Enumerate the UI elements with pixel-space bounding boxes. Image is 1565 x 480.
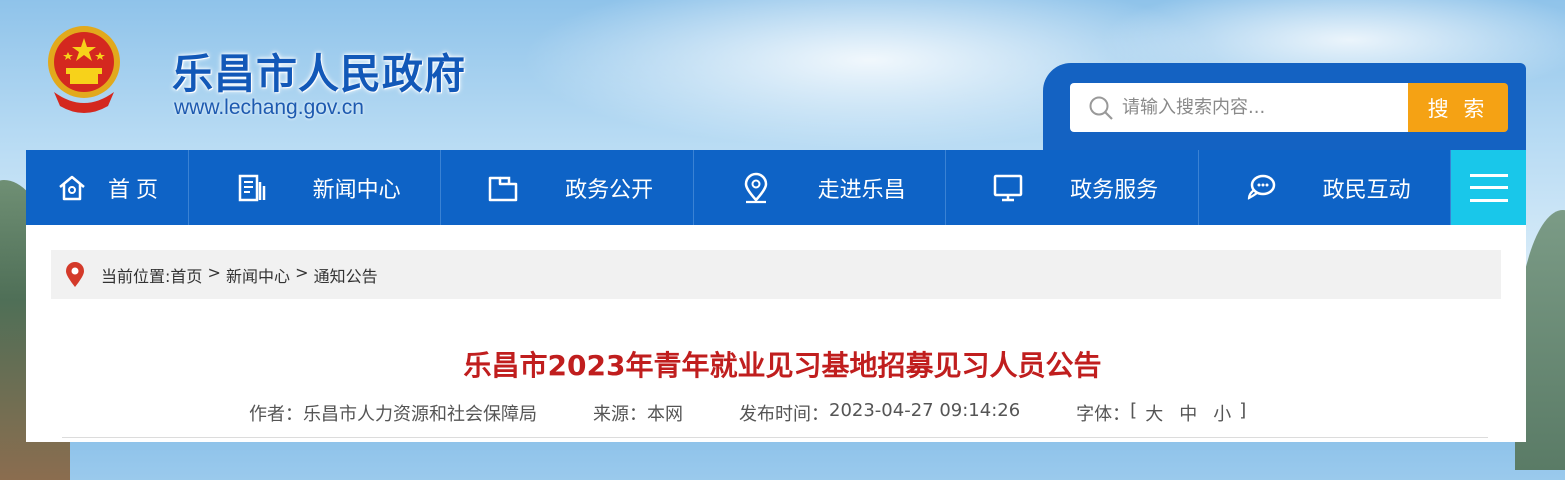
main-nav: 首页 新闻中心 政务公开 走进乐昌 政务服务 政民互动 (26, 150, 1527, 225)
nav-label: 走进乐昌 (817, 177, 906, 203)
breadcrumb-link-news[interactable]: 新闻中心 (226, 263, 290, 287)
nav-label: 新闻中心 (312, 177, 401, 203)
author-value: 乐昌市人力资源和社会保障局 (303, 404, 537, 425)
chat-icon (1243, 170, 1279, 206)
date-label: 发布时间： (739, 404, 829, 425)
breadcrumb-link-home[interactable]: 首页 (170, 263, 202, 287)
nav-item-services[interactable]: 政务服务 (946, 150, 1199, 225)
article-title: 乐昌市2023年青年就业见习基地招募见习人员公告 (463, 349, 1102, 382)
monitor-icon (990, 170, 1026, 206)
nav-label: 政务公开 (565, 177, 654, 203)
search-button[interactable]: 搜 索 (1408, 83, 1508, 132)
font-size-bracket: ] (1239, 400, 1247, 421)
site-title[interactable]: 乐昌市人民政府 (172, 40, 466, 100)
breadcrumb: 当前位置: 首页 > 新闻中心 > 通知公告 (51, 250, 1501, 299)
location-icon (738, 170, 774, 206)
home-icon (54, 170, 90, 206)
font-medium-button[interactable]: 中 (1179, 400, 1197, 426)
font-large-button[interactable]: 大 (1145, 400, 1163, 426)
source-value: 本网 (647, 404, 683, 425)
author-label: 作者： (249, 404, 303, 425)
source-label: 来源： (593, 404, 647, 425)
nav-item-home[interactable]: 首页 (26, 150, 189, 225)
nav-item-government[interactable]: 政务公开 (441, 150, 694, 225)
breadcrumb-separator: > (202, 262, 226, 282)
article-meta: 作者： 乐昌市人力资源和社会保障局 来源： 本网 发布时间： 2023-04-2… (249, 400, 1246, 426)
font-size-bracket: [ (1130, 400, 1138, 421)
nav-label: 政民互动 (1322, 177, 1411, 203)
search-input[interactable] (1120, 96, 1394, 119)
nav-item-lechang[interactable]: 走进乐昌 (694, 150, 947, 225)
nav-item-interaction[interactable]: 政民互动 (1199, 150, 1452, 225)
breadcrumb-prefix: 当前位置: (101, 266, 171, 286)
nav-item-news[interactable]: 新闻中心 (189, 150, 442, 225)
national-emblem-logo[interactable] (46, 22, 122, 120)
location-pin-icon (65, 261, 85, 288)
breadcrumb-link-notice[interactable]: 通知公告 (314, 263, 378, 287)
nav-label: 首页 (108, 177, 165, 203)
breadcrumb-separator: > (290, 262, 314, 282)
folder-icon (485, 170, 521, 206)
font-size-label: 字体： (1076, 404, 1131, 425)
date-value: 2023-04-27 09:14:26 (829, 400, 1021, 421)
nav-label: 政务服务 (1070, 177, 1159, 203)
font-small-button[interactable]: 小 (1213, 400, 1231, 426)
menu-icon (1469, 173, 1508, 202)
news-icon (233, 170, 269, 206)
search-icon (1088, 95, 1114, 121)
divider (62, 437, 1488, 438)
site-url: www.lechang.gov.cn (174, 96, 364, 119)
menu-button[interactable] (1451, 150, 1527, 225)
search-box (1070, 83, 1408, 132)
